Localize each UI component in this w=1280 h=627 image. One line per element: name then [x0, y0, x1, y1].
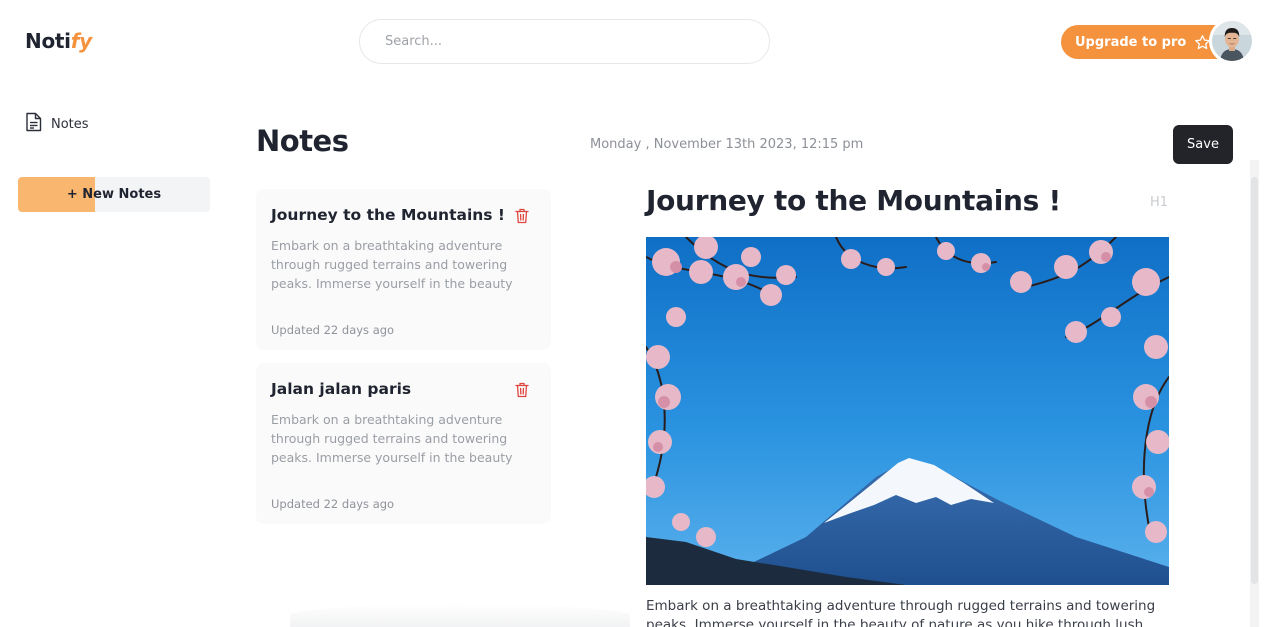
search-input[interactable]: [385, 34, 769, 49]
note-excerpt: Embark on a breathtaking adventure throu…: [271, 238, 513, 291]
note-title: Journey to the Mountains !: [271, 206, 505, 224]
heading-level-tag[interactable]: H1: [1150, 195, 1168, 210]
trash-icon[interactable]: [515, 208, 529, 224]
new-notes-button[interactable]: + New Notes: [18, 177, 210, 212]
note-title: Jalan jalan paris: [271, 380, 412, 398]
page-title: Notes: [256, 124, 349, 158]
logo-text: Noti: [25, 29, 71, 53]
note-updated: Updated 22 days ago: [271, 497, 395, 511]
sidebar-item-notes[interactable]: Notes: [25, 112, 89, 136]
note-card[interactable]: Jalan jalan paris Embark on a breathtaki…: [256, 363, 551, 524]
note-excerpt: Embark on a breathtaking adventure throu…: [271, 412, 513, 465]
user-avatar[interactable]: [1209, 18, 1255, 64]
editor-body-text[interactable]: Embark on a breathtaking adventure throu…: [646, 597, 1166, 627]
upgrade-label: Upgrade to pro: [1075, 34, 1187, 50]
trash-icon[interactable]: [515, 382, 529, 398]
note-card[interactable]: Journey to the Mountains ! Embark on a b…: [256, 189, 551, 350]
bottom-shadow: [290, 604, 630, 627]
scrollbar-thumb[interactable]: [1251, 177, 1258, 584]
avatar-image: [1212, 21, 1252, 61]
logo-accent-text: fy: [70, 29, 92, 53]
app-logo[interactable]: Notify: [25, 29, 92, 53]
editor-title[interactable]: Journey to the Mountains !: [646, 184, 1061, 217]
note-updated: Updated 22 days ago: [271, 323, 395, 337]
search-bar[interactable]: [359, 19, 770, 64]
sidebar-item-label: Notes: [51, 116, 89, 132]
document-icon: [25, 112, 42, 136]
new-notes-label: + New Notes: [66, 187, 162, 202]
current-date: Monday , November 13th 2023, 12:15 pm: [590, 137, 864, 152]
upgrade-button[interactable]: Upgrade to pro: [1061, 25, 1221, 59]
note-image: [646, 237, 1169, 585]
save-button[interactable]: Save: [1173, 125, 1233, 164]
